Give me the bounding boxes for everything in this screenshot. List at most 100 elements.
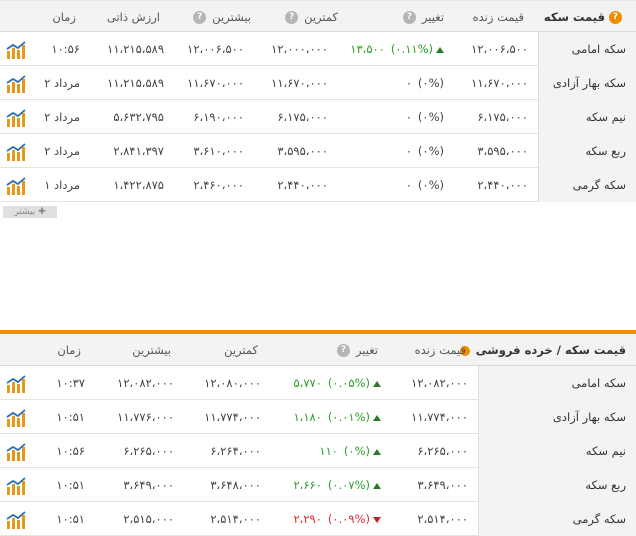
coin-name[interactable]: سکه گرمی	[478, 502, 636, 536]
coin-name[interactable]: سکه امامی	[478, 366, 636, 400]
coin-name[interactable]: سکه بهار آزادی	[538, 66, 636, 100]
chart-button[interactable]	[5, 100, 27, 134]
coin-name[interactable]: ربع سکه	[478, 468, 636, 502]
coin-name[interactable]: نیم سکه	[478, 434, 636, 468]
update-time: ۲ مرداد	[44, 76, 80, 90]
high-price: ۱۲،۰۸۲،۰۰۰	[117, 376, 174, 390]
change-value: ۱۳،۵۰۰	[350, 42, 385, 56]
header-low-label: کمترین	[304, 10, 338, 24]
header-retail-coin-price: قیمت سکه / خرده فروشی	[459, 334, 626, 366]
change-value: ۱۱۰	[319, 444, 338, 458]
chart-button[interactable]	[5, 134, 27, 168]
change-value: ۰	[405, 76, 412, 90]
low-price: ۶،۱۷۵،۰۰۰	[277, 110, 328, 124]
header-time: زمان	[52, 10, 76, 24]
live-price: ۲،۵۱۴،۰۰۰	[417, 512, 468, 526]
chart-button[interactable]	[5, 434, 27, 468]
header-live-price: قیمت زنده	[472, 10, 524, 24]
plus-icon: ✚	[38, 207, 46, 217]
change-cell: ۱۳،۵۰۰ (۰.۱۱%)	[350, 32, 444, 66]
intrinsic-value: ۱،۴۲۲،۸۷۵	[113, 178, 164, 192]
table-row: ربع سکه ۳،۶۴۹،۰۰۰ ۲،۶۶۰ (۰.۰۷%) ۳،۶۴۸،۰۰۰ ۳،۶…	[0, 468, 636, 502]
coin-name[interactable]: ربع سکه	[538, 134, 636, 168]
coin-name[interactable]: سکه گرمی	[538, 168, 636, 202]
table-row: ربع سکه ۳،۵۹۵،۰۰۰ ۰ (۰%) ۳،۵۹۵،۰۰۰ ۳،۶۱۰،۰۰۰ ۲…	[0, 134, 636, 168]
arrow-up-icon	[373, 448, 381, 455]
intrinsic-value: ۵،۶۳۲،۷۹۵	[113, 110, 164, 124]
chart-icon	[6, 408, 26, 427]
change-cell: ۰ (۰%)	[406, 100, 444, 134]
question-icon[interactable]: ?	[609, 11, 622, 24]
change-value: ۰	[405, 110, 412, 124]
chart-button[interactable]	[5, 66, 27, 100]
header-time: زمان	[57, 343, 81, 357]
more-button[interactable]: ✚ بیشتر	[3, 206, 57, 218]
table-row: نیم سکه ۶،۲۶۵،۰۰۰ ۱۱۰ (۰%) ۶،۲۶۴،۰۰۰ ۶،۲۶۵،۰۰…	[0, 434, 636, 468]
question-icon[interactable]: ?	[285, 11, 299, 24]
chart-button[interactable]	[5, 32, 27, 66]
live-price: ۶،۲۶۵،۰۰۰	[417, 444, 468, 458]
table-row: سکه امامی ۱۲،۰۸۲،۰۰۰ ۵،۷۷۰ (۰.۰۵%) ۱۲،۰۸۰،۰۰…	[0, 366, 636, 400]
change-percent: (۰.۰۱%)	[327, 410, 370, 424]
chart-icon	[6, 142, 26, 161]
arrow-up-icon	[373, 414, 381, 421]
coin-table-body: سکه امامی ۱۲،۰۰۶،۵۰۰ ۱۳،۵۰۰ (۰.۱۱%) ۱۲،۰۰۰،۰…	[0, 32, 636, 202]
header-high-label: بیشترین	[212, 10, 251, 24]
chart-button[interactable]	[5, 366, 27, 400]
update-time: ۲ مرداد	[44, 110, 80, 124]
coin-name[interactable]: سکه امامی	[538, 32, 636, 66]
header-coin-price-label: قیمت سکه	[543, 10, 605, 24]
coin-name[interactable]: سکه بهار آزادی	[478, 400, 636, 434]
high-price: ۱۱،۷۷۶،۰۰۰	[117, 410, 174, 424]
retail-table-header: قیمت سکه / خرده فروشی قیمت زنده تغییر? ک…	[0, 334, 636, 366]
live-price: ۱۱،۶۷۰،۰۰۰	[471, 76, 528, 90]
low-price: ۶،۲۶۴،۰۰۰	[210, 444, 261, 458]
chart-button[interactable]	[5, 400, 27, 434]
change-cell: ۱،۱۸۰ (۰.۰۱%)	[293, 400, 381, 434]
question-icon[interactable]: ?	[193, 11, 207, 24]
high-price: ۶،۱۹۰،۰۰۰	[193, 110, 244, 124]
more-label: بیشتر	[14, 207, 36, 217]
retail-table-body: سکه امامی ۱۲،۰۸۲،۰۰۰ ۵،۷۷۰ (۰.۰۵%) ۱۲،۰۸۰،۰۰…	[0, 366, 636, 536]
high-price: ۱۲،۰۰۶،۵۰۰	[187, 42, 244, 56]
low-price: ۲،۴۴۰،۰۰۰	[277, 178, 328, 192]
question-icon[interactable]: ?	[336, 344, 350, 357]
chart-button[interactable]	[5, 168, 27, 202]
arrow-up-icon	[373, 380, 381, 387]
live-price: ۱۲،۰۸۲،۰۰۰	[411, 376, 468, 390]
intrinsic-value: ۱۱،۲۱۵،۵۸۹	[107, 42, 164, 56]
header-low: کمترین	[224, 343, 258, 357]
question-icon[interactable]: ?	[402, 11, 416, 24]
change-percent: (۰%)	[417, 178, 444, 192]
live-price: ۶،۱۷۵،۰۰۰	[477, 110, 528, 124]
change-percent: (۰.۱۱%)	[390, 42, 433, 56]
chart-icon	[6, 510, 26, 529]
change-cell: ۰ (۰%)	[406, 134, 444, 168]
low-price: ۱۲،۰۰۰،۰۰۰	[271, 42, 328, 56]
change-cell: ۲،۶۶۰ (۰.۰۷%)	[293, 468, 381, 502]
update-time: ۱۰:۵۱	[56, 478, 85, 492]
low-price: ۱۱،۶۷۰،۰۰۰	[271, 76, 328, 90]
coin-price-panel: ? قیمت سکه قیمت زنده تغییر? کمترین? بیشتر…	[0, 0, 636, 218]
coin-name[interactable]: نیم سکه	[538, 100, 636, 134]
intrinsic-value: ۲،۸۴۱،۳۹۷	[113, 144, 164, 158]
chart-button[interactable]	[5, 502, 27, 536]
chart-icon	[6, 40, 26, 59]
header-high: بیشترین	[132, 343, 171, 357]
low-price: ۳،۵۹۵،۰۰۰	[277, 144, 328, 158]
change-value: ۲،۶۶۰	[293, 478, 322, 492]
high-price: ۲،۵۱۵،۰۰۰	[123, 512, 174, 526]
header-high: بیشترین?	[193, 1, 251, 33]
chart-button[interactable]	[5, 468, 27, 502]
high-price: ۳،۶۱۰،۰۰۰	[193, 144, 244, 158]
change-percent: (۰%)	[417, 144, 444, 158]
low-price: ۱۱،۷۷۴،۰۰۰	[204, 410, 261, 424]
change-cell: ۵،۷۷۰ (۰.۰۵%)	[293, 366, 381, 400]
header-change-label: تغییر	[355, 343, 378, 357]
update-time: ۱ مرداد	[44, 178, 80, 192]
header-change-label: تغییر	[421, 10, 444, 24]
update-time: ۱۰:۵۱	[56, 512, 85, 526]
update-time: ۱۰:۵۱	[56, 410, 85, 424]
change-value: ۲،۲۹۰	[293, 512, 322, 526]
change-cell: ۰ (۰%)	[406, 66, 444, 100]
